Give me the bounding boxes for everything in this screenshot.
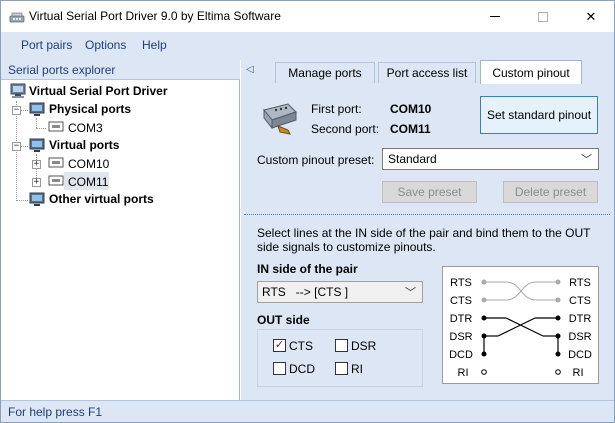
right-pin-label: DCD bbox=[568, 349, 592, 361]
ports-explorer: Serial ports explorer Virtual Serial Por… bbox=[1, 60, 240, 400]
preset-select[interactable]: Standard ﹀ bbox=[382, 148, 599, 170]
monitor-icon bbox=[29, 102, 45, 116]
in-side-label: IN side of the pair bbox=[257, 262, 358, 276]
custom-pinout-panel: First port: COM10 Second port: COM11 Set… bbox=[244, 84, 610, 400]
port-icon bbox=[48, 121, 64, 132]
menu-options[interactable]: Options bbox=[85, 38, 126, 52]
right-pin-label: CTS bbox=[569, 295, 591, 307]
maximize-button[interactable] bbox=[520, 1, 566, 32]
save-preset-button[interactable]: Save preset bbox=[382, 181, 477, 203]
pinout-diagram: RTS CTS DTR DSR DCD RI RTS CTS DTR DSR D… bbox=[442, 266, 599, 384]
tree-line bbox=[36, 128, 46, 129]
right-pin-label: DSR bbox=[568, 331, 591, 343]
status-text: For help press F1 bbox=[8, 405, 103, 419]
tree-line bbox=[16, 200, 28, 201]
right-pin-label: DTR bbox=[569, 313, 592, 325]
collapse-icon[interactable]: − bbox=[12, 142, 21, 151]
serial-connector-icon bbox=[263, 103, 297, 135]
status-bar: For help press F1 bbox=[1, 400, 614, 422]
explorer-title: Serial ports explorer bbox=[8, 63, 116, 77]
explorer-header: Serial ports explorer bbox=[1, 60, 240, 80]
menu-port-pairs[interactable]: Port pairs bbox=[21, 38, 72, 52]
left-pin-label: DTR bbox=[450, 313, 473, 325]
port-icon bbox=[48, 157, 64, 168]
right-pin-label: RI bbox=[573, 367, 584, 379]
collapse-icon[interactable]: − bbox=[12, 106, 21, 115]
driver-icon bbox=[10, 83, 26, 98]
ri-checkbox-label: RI bbox=[351, 362, 363, 376]
set-standard-pinout-button[interactable]: Set standard pinout bbox=[480, 96, 598, 134]
cts-checkbox-label: CTS bbox=[289, 339, 313, 353]
preset-value: Standard bbox=[388, 152, 437, 166]
tab-manage-ports[interactable]: Manage ports bbox=[275, 62, 375, 83]
maximize-icon bbox=[538, 11, 548, 22]
tab-scroll-left-icon[interactable]: ◁ bbox=[246, 64, 260, 80]
tab-custom-pinout[interactable]: Custom pinout bbox=[480, 60, 582, 84]
left-pin-label: CTS bbox=[450, 295, 472, 307]
minimize-icon bbox=[490, 16, 500, 17]
app-window: Virtual Serial Port Driver 9.0 by Eltima… bbox=[0, 0, 615, 423]
tab-port-access-list[interactable]: Port access list bbox=[378, 62, 476, 83]
tree-line bbox=[16, 101, 17, 201]
first-port-value: COM10 bbox=[390, 102, 432, 116]
close-icon: ✕ bbox=[585, 8, 597, 24]
out-side-label: OUT side bbox=[257, 313, 310, 327]
cts-checkbox[interactable]: ✓ bbox=[273, 339, 286, 352]
pinout-diagram-svg: RTS CTS DTR DSR DCD RI RTS CTS DTR DSR D… bbox=[449, 277, 592, 379]
monitor-icon bbox=[29, 192, 45, 206]
out-side-group: ✓ CTS DSR DCD RI bbox=[257, 329, 423, 387]
monitor-icon bbox=[29, 138, 45, 152]
tree-physical-ports[interactable]: Physical ports bbox=[49, 102, 131, 116]
expand-icon[interactable]: + bbox=[32, 178, 41, 187]
first-port-label: First port: bbox=[311, 102, 362, 116]
section-divider bbox=[244, 214, 610, 215]
menu-bar: Port pairs Options Help bbox=[1, 32, 614, 60]
dcd-checkbox[interactable] bbox=[273, 362, 286, 375]
menu-help[interactable]: Help bbox=[142, 38, 167, 52]
right-pin-label: RTS bbox=[569, 277, 591, 289]
second-port-label: Second port: bbox=[311, 122, 380, 136]
ri-checkbox[interactable] bbox=[335, 362, 348, 375]
tree-item-com3[interactable]: COM3 bbox=[68, 121, 103, 135]
tree-item-com10[interactable]: COM10 bbox=[68, 157, 109, 171]
left-pin-label: DSR bbox=[449, 331, 472, 343]
dcd-checkbox-label: DCD bbox=[289, 362, 315, 376]
tree-other-virtual-ports[interactable]: Other virtual ports bbox=[49, 192, 154, 206]
preset-label: Custom pinout preset: bbox=[257, 153, 375, 167]
second-port-value: COM11 bbox=[390, 122, 431, 136]
dtr-dsr-dcd-wiring bbox=[483, 317, 559, 354]
right-panel: ◁ Manage ports Port access list Custom p… bbox=[241, 60, 614, 400]
left-pin-label: RTS bbox=[450, 277, 472, 289]
dsr-checkbox-label: DSR bbox=[351, 339, 377, 353]
chevron-down-icon: ﹀ bbox=[581, 154, 592, 166]
app-icon bbox=[9, 12, 25, 23]
in-side-value: RTS --> [CTS ] bbox=[262, 285, 349, 299]
dsr-checkbox[interactable] bbox=[335, 339, 348, 352]
tree-root[interactable]: Virtual Serial Port Driver bbox=[29, 84, 168, 98]
left-pin-label: DCD bbox=[449, 349, 473, 361]
title-bar[interactable]: Virtual Serial Port Driver 9.0 by Eltima… bbox=[1, 1, 614, 32]
delete-preset-button[interactable]: Delete preset bbox=[503, 181, 598, 203]
rts-cts-crossover bbox=[484, 281, 558, 301]
tree-virtual-ports[interactable]: Virtual ports bbox=[49, 138, 119, 152]
tree-line bbox=[36, 118, 37, 128]
tab-strip: ◁ Manage ports Port access list Custom p… bbox=[241, 60, 614, 84]
expand-icon[interactable]: + bbox=[32, 160, 41, 169]
tree-item-com11[interactable]: COM11 bbox=[68, 175, 108, 189]
chevron-down-icon: ﹀ bbox=[405, 287, 416, 299]
ri-pins bbox=[481, 369, 561, 375]
port-icon bbox=[48, 175, 64, 186]
in-side-select[interactable]: RTS --> [CTS ] ﹀ bbox=[257, 281, 423, 303]
window-title: Virtual Serial Port Driver 9.0 by Eltima… bbox=[29, 9, 281, 23]
minimize-button[interactable] bbox=[472, 1, 518, 32]
close-button[interactable]: ✕ bbox=[568, 1, 614, 32]
instructions-text: Select lines at the IN side of the pair … bbox=[257, 226, 591, 254]
left-pin-label: RI bbox=[458, 367, 469, 379]
